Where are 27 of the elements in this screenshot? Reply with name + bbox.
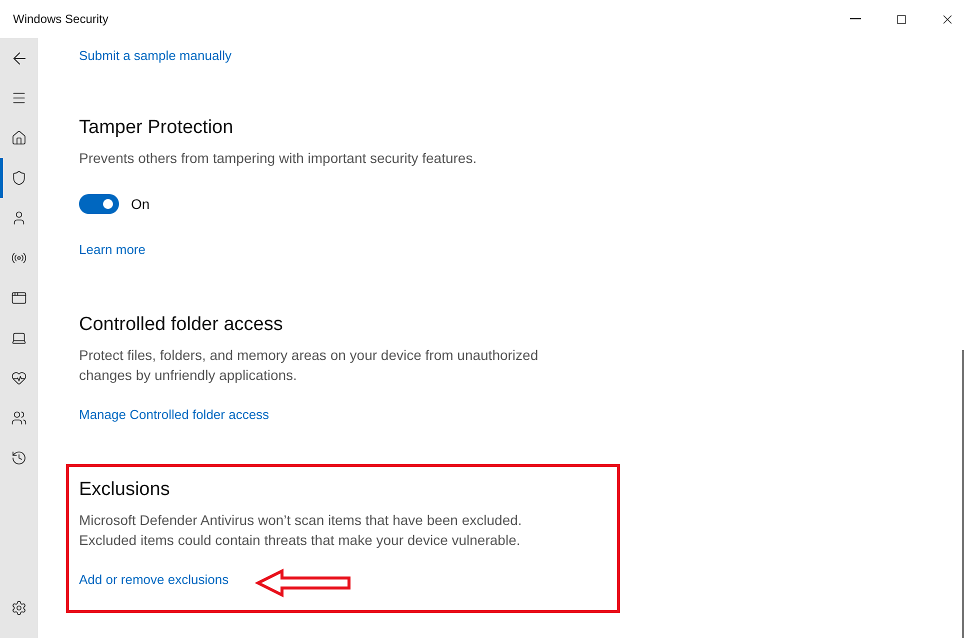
people-icon — [11, 410, 27, 426]
section-description: Prevents others from tampering with important security features. — [79, 149, 478, 168]
shield-icon — [11, 170, 27, 186]
section-link[interactable]: Add or remove exclusions — [79, 570, 229, 590]
person-icon — [11, 210, 27, 226]
home-icon — [11, 130, 27, 146]
laptop-icon — [11, 330, 27, 346]
settings-icon — [11, 600, 27, 616]
section-link[interactable]: Manage Controlled folder access — [79, 405, 270, 425]
section-title: Tamper Protection — [79, 116, 234, 140]
section-link[interactable]: Learn more — [79, 240, 146, 260]
antenna-icon — [11, 250, 27, 266]
minimize-icon — [850, 18, 860, 20]
toggle-label: On — [131, 196, 150, 212]
section-description: Protect files, folders, and memory areas on your device from unauthorized changes by unfriendly applications. — [79, 346, 540, 385]
window-title: Windows Security — [13, 12, 110, 26]
maximize-icon — [896, 14, 906, 24]
heart-pulse-icon — [11, 370, 27, 386]
history-icon — [11, 450, 27, 466]
window-icon — [11, 290, 27, 306]
menu-icon — [11, 90, 27, 106]
section-title: Controlled folder access — [79, 313, 283, 337]
section-description: Microsoft Defender Antivirus won’t scan items that have been excluded. Excluded items could contain threats that make your device vulnerable. — [79, 511, 523, 550]
scrollbar[interactable] — [962, 350, 964, 638]
section-title: Exclusions — [79, 478, 170, 502]
toggle-switch[interactable] — [79, 194, 119, 214]
submit-sample-link[interactable]: Submit a sample manually — [79, 46, 232, 66]
